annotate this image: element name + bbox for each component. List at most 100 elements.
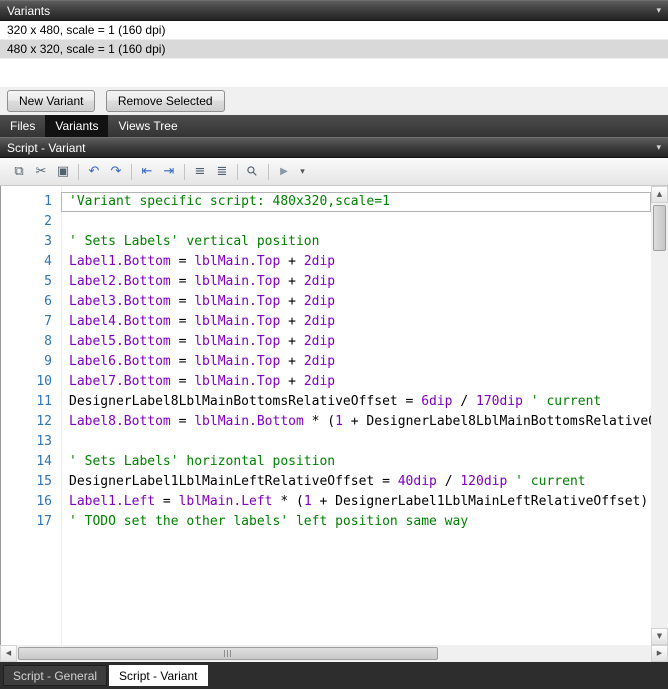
panel-menu-chevron-icon[interactable]: ▾ [656,6,661,16]
line-number: 3 [44,234,52,249]
run-script-icon[interactable]: ▶ [274,162,294,182]
outdent-icon[interactable]: ⇤ [137,162,157,182]
code-line-text: DesignerLabel8LblMainBottomsRelativeOffs… [69,394,602,409]
variants-panel-title: Variants [7,3,51,18]
tab-script-general[interactable]: Script - General [3,665,108,686]
script-panel-title: Script - Variant [7,140,86,155]
variant-list-item[interactable]: 320 x 480, scale = 1 (160 dpi) [0,21,668,40]
variant-list: 320 x 480, scale = 1 (160 dpi) 480 x 320,… [0,21,668,87]
toolbar-separator [237,163,238,180]
line-number: 10 [36,374,52,389]
toolbar-separator [131,163,132,180]
line-number: 17 [36,514,52,529]
toolbar-separator [184,163,185,180]
new-variant-button[interactable]: New Variant [7,90,96,112]
paste-icon[interactable]: ▣ [53,162,73,182]
designer-tab-strip: Files Variants Views Tree [0,115,668,137]
variants-panel-header: Variants ▾ [0,0,668,21]
code-line-text: ' TODO set the other labels' left positi… [69,514,469,529]
vertical-scrollbar[interactable]: ▲ ▼ [651,186,668,645]
scroll-thumb-grip-icon [223,650,233,657]
line-number: 8 [44,334,52,349]
vertical-scroll-thumb[interactable] [653,205,666,251]
redo-icon[interactable]: ↷ [106,162,126,182]
line-number: 15 [36,474,52,489]
scroll-right-button[interactable]: ▶ [651,645,668,662]
code-line-text: DesignerLabel1LblMainLeftRelativeOffset … [69,474,586,489]
line-number: 11 [36,394,52,409]
variant-list-item[interactable]: 480 x 320, scale = 1 (160 dpi) [0,40,668,59]
code-line-text: ' Sets Labels' horizontal position [69,454,336,469]
designer-window: Variants ▾ 320 x 480, scale = 1 (160 dpi… [0,0,668,689]
line-number: 12 [36,414,52,429]
code-line-text: Label4.Bottom = lblMain.Top + 2dip [69,314,336,329]
code-line[interactable]: 4 Label1.Bottom = lblMain.Top + 2dip [1,252,651,272]
variant-button-strip: New Variant Remove Selected [0,87,668,115]
code-line-text: ' Sets Labels' vertical position [69,234,320,249]
code-line[interactable]: 9 Label6.Bottom = lblMain.Top + 2dip [1,352,651,372]
line-number: 2 [44,214,52,229]
line-number: 5 [44,274,52,289]
code-line[interactable]: 1 'Variant specific script: 480x320,scale… [1,192,651,212]
remove-selected-button[interactable]: Remove Selected [105,90,225,112]
code-line[interactable]: 12 Label8.Bottom = lblMain.Bottom * (1 + … [1,412,651,432]
tab-views-tree[interactable]: Views Tree [108,115,187,137]
code-line[interactable]: 13 [1,432,651,452]
undo-icon[interactable]: ↶ [84,162,104,182]
scroll-up-button[interactable]: ▲ [651,186,668,203]
bottom-tab-strip: Script - General Script - Variant [0,662,668,689]
find-icon[interactable]: ⚲ [239,157,267,185]
script-toolbar: ⧉ ✂ ▣ ↶ ↷ ⇤ ⇥ ≡ ≣ ⚲ ▶ ▾ [0,158,668,186]
code-line[interactable]: 2 [1,212,651,232]
line-number: 16 [36,494,52,509]
line-number: 13 [36,434,52,449]
code-line[interactable]: 7 Label4.Bottom = lblMain.Top + 2dip [1,312,651,332]
scroll-down-button[interactable]: ▼ [651,628,668,645]
line-number: 4 [44,254,52,269]
line-number: 14 [36,454,52,469]
scroll-left-button[interactable]: ◀ [0,645,17,662]
line-number: 9 [44,354,52,369]
indent-icon[interactable]: ⇥ [159,162,179,182]
code-line[interactable]: 10 Label7.Bottom = lblMain.Top + 2dip [1,372,651,392]
code-line[interactable]: 8 Label5.Bottom = lblMain.Top + 2dip [1,332,651,352]
code-line[interactable]: 14 ' Sets Labels' horizontal position [1,452,651,472]
line-number: 7 [44,314,52,329]
code-line-text: Label5.Bottom = lblMain.Top + 2dip [69,334,336,349]
code-line[interactable]: 17 ' TODO set the other labels' left posi… [1,512,651,532]
comment-icon[interactable]: ≡ [190,162,210,182]
tab-files[interactable]: Files [0,115,45,137]
code-line-text: 'Variant specific script: 480x320,scale=… [61,192,651,212]
code-area[interactable]: 1 'Variant specific script: 480x320,scale… [1,186,651,645]
code-line[interactable]: 3 ' Sets Labels' vertical position [1,232,651,252]
code-line-text: Label6.Bottom = lblMain.Top + 2dip [69,354,336,369]
uncomment-icon[interactable]: ≣ [212,162,232,182]
code-line-text: Label8.Bottom = lblMain.Bottom * (1 + De… [69,414,651,429]
code-line[interactable]: 15 DesignerLabel1LblMainLeftRelativeOffse… [1,472,651,492]
panel-menu-chevron-icon[interactable]: ▾ [656,143,661,153]
code-line-text: Label7.Bottom = lblMain.Top + 2dip [69,374,336,389]
code-line[interactable]: 6 Label3.Bottom = lblMain.Top + 2dip [1,292,651,312]
code-line-text: Label1.Left = lblMain.Left * (1 + Design… [69,494,649,509]
tab-variants[interactable]: Variants [45,115,109,137]
code-line[interactable]: 16 Label1.Left = lblMain.Left * (1 + Desi… [1,492,651,512]
tab-script-variant[interactable]: Script - Variant [109,665,208,686]
horizontal-scrollbar[interactable]: ◀ ▶ [0,645,668,662]
code-line-text: Label3.Bottom = lblMain.Top + 2dip [69,294,336,309]
toolbar-separator [268,163,269,180]
copy-icon[interactable]: ⧉ [9,162,29,182]
toolbar-overflow-icon[interactable]: ▾ [296,162,309,182]
cut-icon[interactable]: ✂ [31,162,51,182]
line-number: 6 [44,294,52,309]
horizontal-scroll-thumb[interactable] [18,647,438,660]
toolbar-separator [78,163,79,180]
script-panel-header: Script - Variant ▾ [0,137,668,158]
code-line[interactable]: 11 DesignerLabel8LblMainBottomsRelativeOf… [1,392,651,412]
line-number: 1 [44,194,52,209]
code-line-text: Label1.Bottom = lblMain.Top + 2dip [69,254,336,269]
code-line-text: Label2.Bottom = lblMain.Top + 2dip [69,274,336,289]
script-editor[interactable]: 1 'Variant specific script: 480x320,scale… [0,186,668,645]
code-line[interactable]: 5 Label2.Bottom = lblMain.Top + 2dip [1,272,651,292]
